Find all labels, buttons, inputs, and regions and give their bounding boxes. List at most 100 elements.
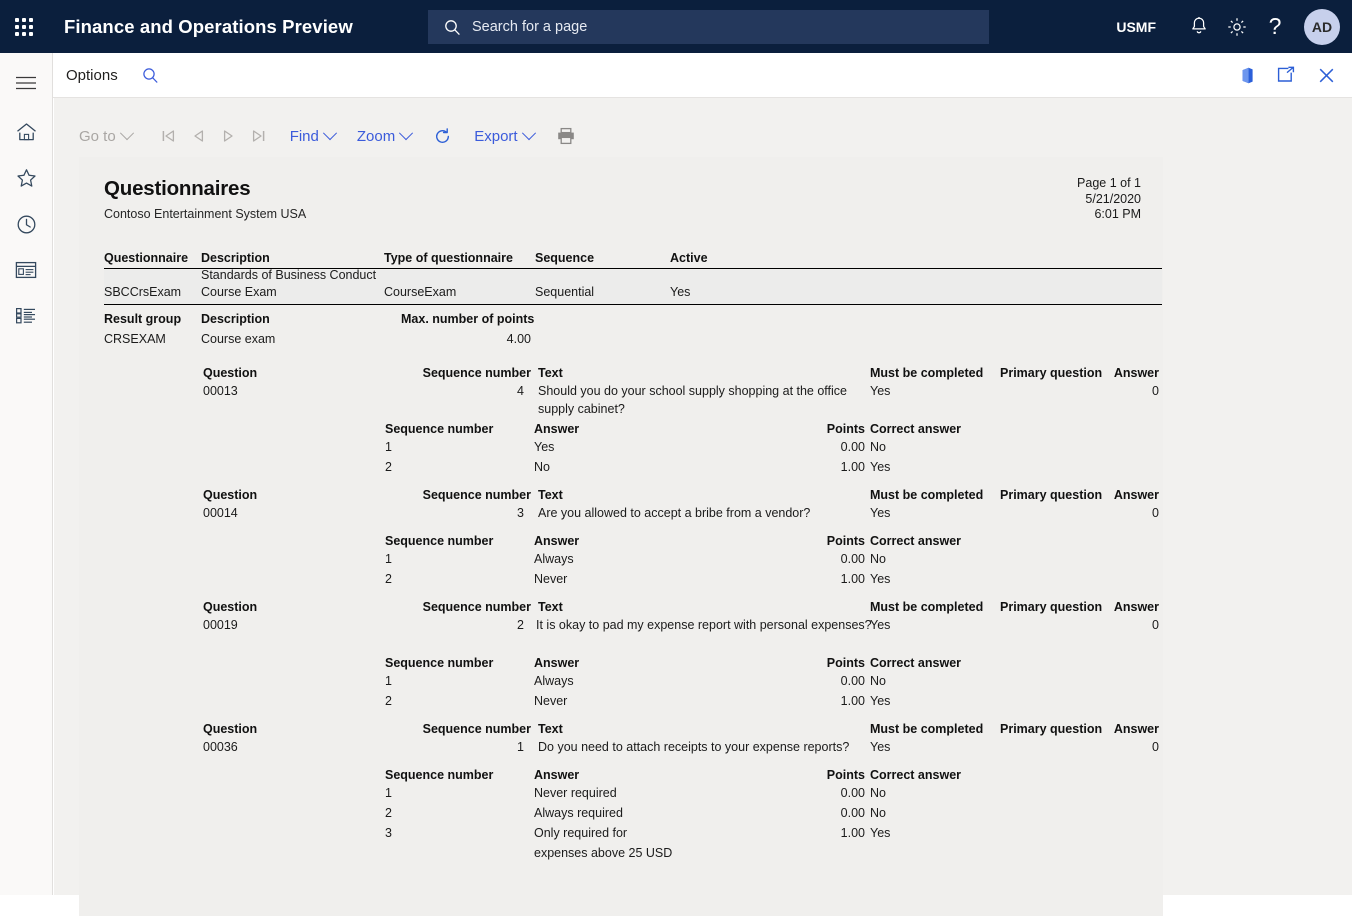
chevron-down-icon [323, 126, 337, 140]
page-title: Questionnaires [104, 177, 250, 201]
col-header-question: Question [203, 722, 257, 736]
cell-answer-count: 0 [1059, 618, 1159, 632]
cell-active: Yes [670, 285, 690, 299]
col-header-active: Active [670, 251, 708, 265]
find-label: Find [290, 128, 319, 145]
col-header-ans-answer: Answer [534, 768, 579, 782]
cell-ans-correct: No [870, 786, 886, 800]
cell-ans-seq: 1 [385, 440, 392, 454]
cell-ans-seq: 2 [385, 806, 392, 820]
col-header-answer: Answer [1059, 600, 1159, 614]
cell-questionnaire-id: SBCCrsExam [104, 285, 181, 299]
cell-ans-correct: Yes [870, 572, 890, 586]
cell-question-sequence: 1 [329, 740, 524, 754]
hamburger-menu-icon[interactable] [0, 60, 52, 106]
col-header-description: Description [201, 251, 270, 265]
zoom-dropdown[interactable]: Zoom [357, 128, 411, 145]
command-bar: Options [53, 53, 1352, 98]
cell-question-text-line2: supply cabinet? [538, 402, 625, 416]
last-page-icon[interactable] [244, 122, 274, 150]
workspace-icon [15, 261, 37, 279]
cell-question-id: 00014 [203, 506, 238, 520]
cell-ans-text: Only required for [534, 826, 627, 840]
col-header-max-points: Max. number of points [401, 312, 534, 326]
report-content: Questionnaires Contoso Entertainment Sys… [79, 157, 1163, 916]
col-header-correct-answer: Correct answer [870, 422, 961, 436]
avatar[interactable]: AD [1304, 9, 1340, 45]
sidebar-item-modules[interactable] [0, 293, 52, 339]
cell-ans-correct: No [870, 552, 886, 566]
cell-ans-seq: 2 [385, 572, 392, 586]
col-header-text: Text [538, 488, 563, 502]
next-page-icon[interactable] [214, 122, 244, 150]
bell-icon[interactable] [1180, 0, 1218, 53]
top-bar-actions: USMF ? AD [1116, 0, 1352, 53]
cell-ans-points: 0.00 [769, 674, 865, 688]
goto-dropdown[interactable]: Go to [79, 128, 132, 145]
cell-must-be-completed: Yes [870, 506, 890, 520]
cell-type: CourseExam [384, 285, 456, 299]
cell-ans-text: Never required [534, 786, 617, 800]
cell-ans-correct: Yes [870, 826, 890, 840]
cell-ans-points: 1.00 [769, 694, 865, 708]
col-header-question: Question [203, 488, 257, 502]
col-header-seq-number: Sequence number [329, 488, 531, 502]
question-mark-icon[interactable]: ? [1256, 0, 1294, 53]
sidebar-item-recent[interactable] [0, 201, 52, 247]
col-header-must-be-completed: Must be completed [870, 488, 983, 502]
search-icon[interactable] [142, 67, 159, 84]
options-button[interactable]: Options [66, 67, 118, 84]
cell-answer-count: 0 [1059, 740, 1159, 754]
app-launcher-icon[interactable] [0, 0, 48, 53]
cell-ans-text: Never [534, 694, 567, 708]
first-page-icon[interactable] [154, 122, 184, 150]
col-header-ans-seq-number: Sequence number [385, 656, 493, 670]
cell-ans-correct: Yes [870, 694, 890, 708]
col-header-correct-answer: Correct answer [870, 768, 961, 782]
cell-must-be-completed: Yes [870, 618, 890, 632]
find-dropdown[interactable]: Find [290, 128, 335, 145]
search-placeholder: Search for a page [472, 19, 587, 35]
page-number: Page 1 of 1 [1077, 176, 1141, 192]
cell-question-sequence: 3 [329, 506, 524, 520]
cell-ans-text: Yes [534, 440, 554, 454]
sidebar-item-favorites[interactable] [0, 155, 52, 201]
cell-ans-seq: 2 [385, 694, 392, 708]
clock-icon [16, 214, 37, 235]
printer-icon[interactable] [556, 127, 576, 145]
col-header-points: Points [769, 422, 865, 436]
sidebar-item-workspaces[interactable] [0, 247, 52, 293]
report-page: Questionnaires Contoso Entertainment Sys… [79, 157, 1163, 916]
gear-icon[interactable] [1218, 0, 1256, 53]
col-header-ans-answer: Answer [534, 656, 579, 670]
col-header-ans-seq-number: Sequence number [385, 768, 493, 782]
close-icon[interactable] [1306, 53, 1346, 97]
col-header-answer: Answer [1059, 366, 1159, 380]
cell-question-text-line1: Do you need to attach receipts to your e… [538, 740, 849, 754]
export-dropdown[interactable]: Export [474, 128, 533, 145]
cell-ans-text: Always [534, 674, 574, 688]
refresh-icon[interactable] [433, 127, 452, 146]
help-glyph: ? [1269, 15, 1282, 38]
col-header-result-group: Result group [104, 312, 181, 326]
star-icon [16, 168, 37, 188]
office-app-icon[interactable] [1226, 53, 1266, 97]
modules-list-icon [15, 307, 37, 325]
col-header-points: Points [769, 656, 865, 670]
col-header-question: Question [203, 600, 257, 614]
sidebar-item-home[interactable] [0, 109, 52, 155]
top-navigation-bar: Finance and Operations Preview Search fo… [0, 0, 1352, 53]
col-header-sequence: Sequence [535, 251, 594, 265]
previous-page-icon[interactable] [184, 122, 214, 150]
cell-ans-points: 0.00 [769, 786, 865, 800]
cell-description-line1: Standards of Business Conduct [201, 268, 376, 282]
company-selector[interactable]: USMF [1116, 19, 1156, 35]
left-navigation-rail [0, 53, 53, 895]
global-search-input[interactable]: Search for a page [428, 10, 989, 44]
cell-sequence: Sequential [535, 285, 594, 299]
cell-ans-correct: No [870, 674, 886, 688]
report-page-info: Page 1 of 1 5/21/2020 6:01 PM [1077, 176, 1141, 223]
goto-label: Go to [79, 128, 116, 145]
col-header-text: Text [538, 600, 563, 614]
open-in-new-window-icon[interactable] [1266, 53, 1306, 97]
